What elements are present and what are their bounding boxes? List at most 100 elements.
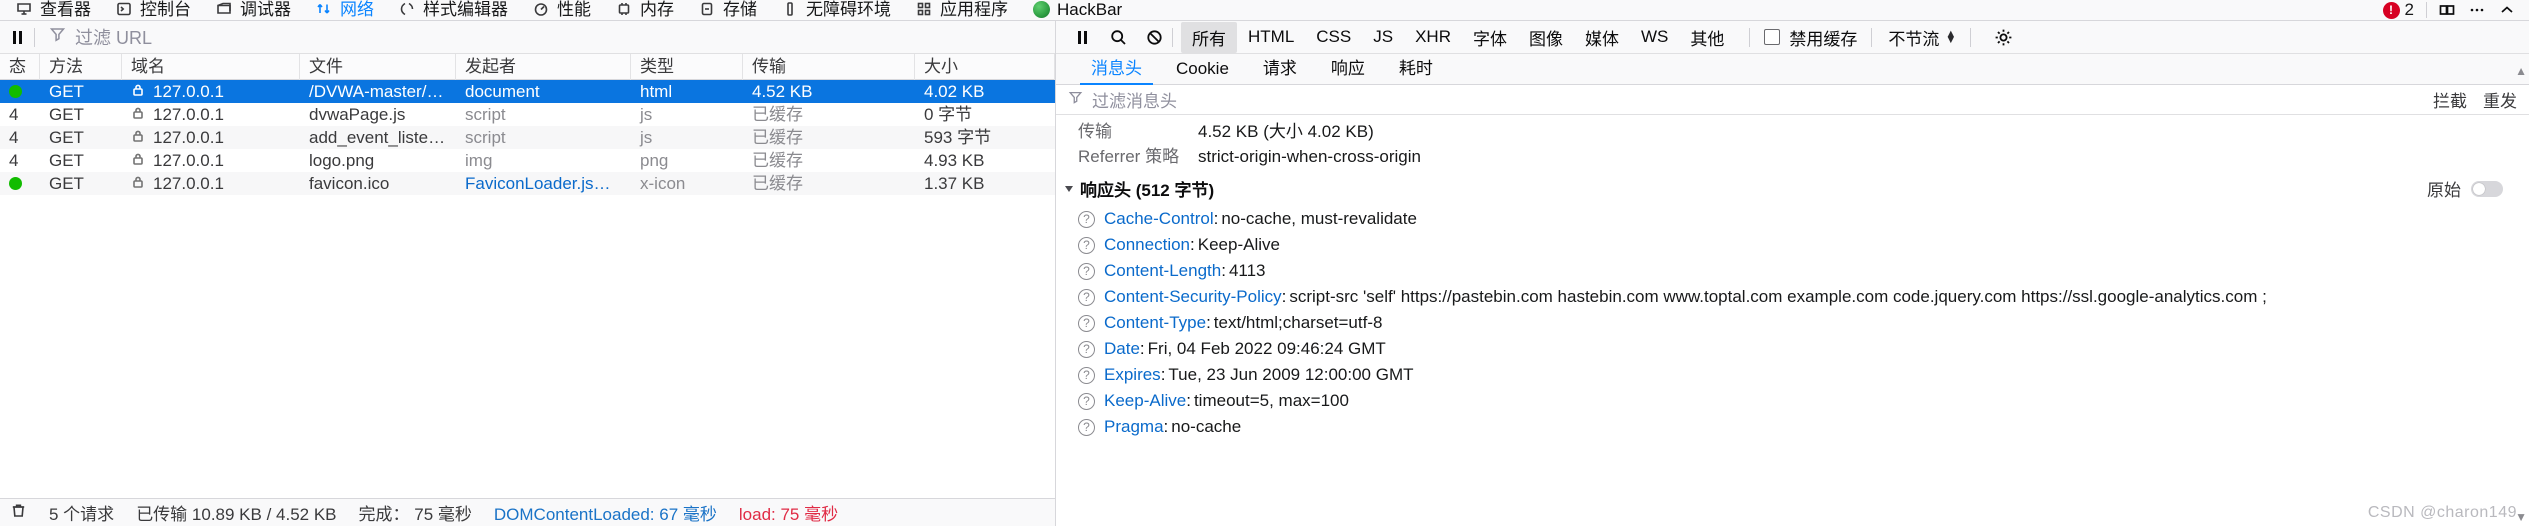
header-row: ? Expires: Tue, 23 Jun 2009 12:00:00 GMT xyxy=(1056,362,2529,388)
help-icon[interactable]: ? xyxy=(1078,393,1095,410)
devtools-tab-debugger[interactable]: 调试器 xyxy=(204,0,304,20)
chevron-down-icon xyxy=(1065,185,1073,192)
request-rows: GET 127.0.0.1 /DVWA-master/vulnerabiliti… xyxy=(0,80,1055,498)
column-header-size[interactable]: 大小 xyxy=(915,53,1055,80)
summary-referrer-policy-value: strict-origin-when-cross-origin xyxy=(1198,147,1421,166)
column-header-status[interactable]: 态 xyxy=(0,53,40,80)
divider xyxy=(2426,2,2427,18)
filter-type-css[interactable]: CSS xyxy=(1305,24,1362,50)
lock-icon xyxy=(131,103,145,126)
devtools-tab-style-editor[interactable]: 样式编辑器 xyxy=(387,0,521,20)
devtools-tab-console[interactable]: 控制台 xyxy=(104,0,204,20)
url-filter-input[interactable]: 过滤 URL xyxy=(35,21,1055,53)
scroll-up-icon[interactable]: ▲ xyxy=(2515,64,2527,78)
headers-filter-input[interactable]: 过滤消息头 xyxy=(1092,87,1177,112)
tab-response[interactable]: 响应 xyxy=(1314,54,1382,85)
cell-transfer: 已缓存 xyxy=(752,174,803,193)
help-icon[interactable]: ? xyxy=(1078,211,1095,228)
tab-timings[interactable]: 耗时 xyxy=(1382,54,1450,85)
raw-toggle-label: 原始 xyxy=(2427,181,2461,200)
disable-cache-checkbox[interactable]: 禁用缓存 xyxy=(1764,25,1857,50)
dock-icon[interactable] xyxy=(2433,0,2461,20)
devtools-tab-memory[interactable]: 内存 xyxy=(604,0,687,20)
help-icon[interactable]: ? xyxy=(1078,367,1095,384)
filter-type-other[interactable]: 其他 xyxy=(1679,22,1735,53)
table-row[interactable]: 4 GET 127.0.0.1 logo.png img png 已缓存 4.9… xyxy=(0,149,1055,172)
filter-type-media[interactable]: 媒体 xyxy=(1574,22,1630,53)
close-panel-icon[interactable] xyxy=(2493,0,2521,20)
column-header-file[interactable]: 文件 xyxy=(300,53,456,80)
devtools-tab-label: 性能 xyxy=(557,0,591,19)
devtools-tab-label: 内存 xyxy=(640,0,674,19)
cell-status xyxy=(0,80,40,103)
header-row: ? Cache-Control: no-cache, must-revalida… xyxy=(1056,206,2529,232)
table-row[interactable]: 4 GET 127.0.0.1 dvwaPage.js script js 已缓… xyxy=(0,103,1055,126)
help-icon[interactable]: ? xyxy=(1078,289,1095,306)
summary-transfer-value: 4.52 KB (大小 4.02 KB) xyxy=(1198,122,1374,141)
devtools-tab-accessibility[interactable]: 无障碍环境 xyxy=(770,0,904,20)
cell-size: 593 字节 xyxy=(924,128,992,147)
filter-type-html[interactable]: HTML xyxy=(1237,24,1305,50)
help-icon[interactable]: ? xyxy=(1078,263,1095,280)
raw-toggle[interactable]: 原始 xyxy=(2427,176,2517,201)
devtools-tab-inspector[interactable]: 查看器 xyxy=(4,0,104,20)
checkbox-icon xyxy=(1764,29,1781,45)
help-icon[interactable]: ? xyxy=(1078,341,1095,358)
cell-transfer: 已缓存 xyxy=(752,105,803,124)
status-ok-icon xyxy=(9,85,22,98)
tab-cookies[interactable]: Cookie xyxy=(1159,54,1246,85)
devtools-tab-hackbar[interactable]: HackBar xyxy=(1021,0,1135,20)
table-row[interactable]: 4 GET 127.0.0.1 add_event_listeners.js s… xyxy=(0,126,1055,149)
table-row[interactable]: GET 127.0.0.1 favicon.ico FaviconLoader.… xyxy=(0,172,1055,195)
pause-icon[interactable] xyxy=(1064,24,1100,50)
block-clear-icon[interactable] xyxy=(1136,24,1172,50)
help-icon[interactable]: ? xyxy=(1078,419,1095,436)
throttling-dropdown[interactable]: 不节流 ▲ ▼ xyxy=(1888,25,1956,50)
table-row[interactable]: GET 127.0.0.1 /DVWA-master/vulnerabiliti… xyxy=(0,80,1055,103)
details-scrollbar[interactable]: ▲ ▼ xyxy=(2515,64,2529,526)
filter-type-all[interactable]: 所有 xyxy=(1181,21,1237,53)
search-icon[interactable] xyxy=(1100,24,1136,50)
column-header-transfer[interactable]: 传输 xyxy=(743,53,915,80)
trash-icon[interactable] xyxy=(10,502,27,524)
block-button[interactable]: 拦截 xyxy=(2433,87,2467,112)
column-header-domain[interactable]: 域名 xyxy=(122,53,300,80)
cell-initiator: script xyxy=(465,128,506,147)
cell-size: 4.02 KB xyxy=(924,82,985,101)
network-filter-toolbar: 过滤 URL xyxy=(0,21,1055,54)
devtools-tab-application[interactable]: 应用程序 xyxy=(904,0,1021,20)
cell-initiator: script xyxy=(465,105,506,124)
tab-request[interactable]: 请求 xyxy=(1246,54,1314,85)
cell-type: png xyxy=(640,151,669,170)
console-icon xyxy=(115,0,133,18)
filter-type-js[interactable]: JS xyxy=(1362,24,1404,50)
column-header-method[interactable]: 方法 xyxy=(40,53,122,80)
filter-type-image[interactable]: 图像 xyxy=(1518,22,1574,53)
load-label: load: 75 毫秒 xyxy=(738,505,839,524)
cell-initiator[interactable]: FaviconLoader.jsm:191 (i... xyxy=(456,172,631,195)
response-headers-section-header[interactable]: 响应头 (512 字节) 原始 xyxy=(1056,169,2529,206)
column-header-initiator[interactable]: 发起者 xyxy=(456,53,631,80)
help-icon[interactable]: ? xyxy=(1078,315,1095,332)
help-icon[interactable]: ? xyxy=(1078,237,1095,254)
cell-type: js xyxy=(640,128,653,147)
memory-icon xyxy=(615,0,633,18)
filter-funnel-icon xyxy=(49,26,66,48)
cell-method: GET xyxy=(49,128,84,147)
resend-button[interactable]: 重发 xyxy=(2483,87,2517,112)
header-name: Cache-Control xyxy=(1104,209,1214,228)
tab-headers[interactable]: 消息头 xyxy=(1074,54,1159,85)
devtools-tab-storage[interactable]: 存储 xyxy=(687,0,770,20)
gear-icon[interactable] xyxy=(1985,24,2021,50)
header-value: 4113 xyxy=(1228,261,1266,280)
error-count-badge[interactable]: ! 2 xyxy=(2377,0,2420,20)
filter-type-xhr[interactable]: XHR xyxy=(1404,24,1462,50)
filter-type-font[interactable]: 字体 xyxy=(1462,22,1518,53)
pause-icon[interactable] xyxy=(0,30,34,44)
devtools-tab-network[interactable]: 网络 xyxy=(304,0,387,20)
column-header-type[interactable]: 类型 xyxy=(631,53,743,80)
more-options-icon[interactable] xyxy=(2463,0,2491,20)
filter-type-ws[interactable]: WS xyxy=(1630,24,1679,50)
devtools-tab-performance[interactable]: 性能 xyxy=(521,0,604,20)
network-request-list-pane: 过滤 URL 态 方法 域名 文件 发起者 类型 传输 大小 GET 127.0… xyxy=(0,21,1056,526)
